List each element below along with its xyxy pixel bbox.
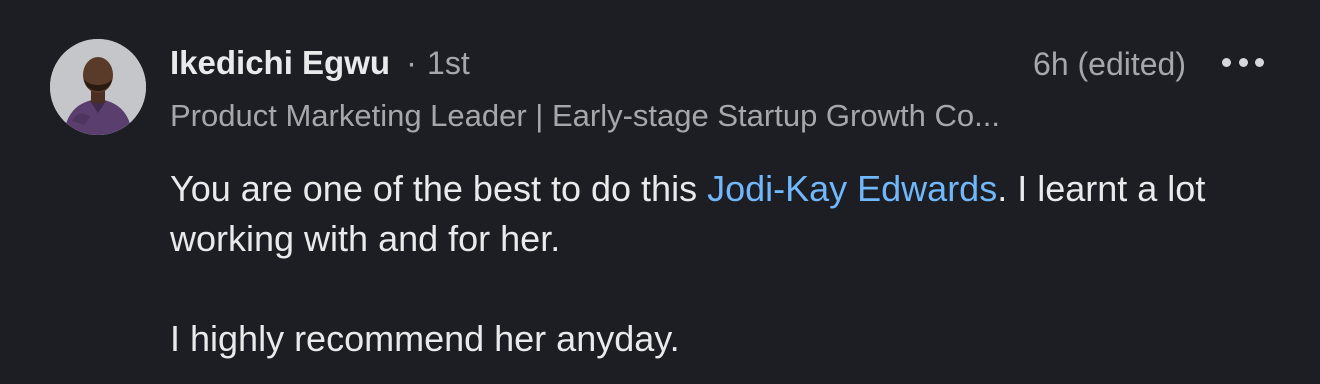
separator-dot: · bbox=[406, 44, 418, 81]
comment-header: Ikedichi Egwu · 1st bbox=[170, 44, 470, 84]
comment-card: Ikedichi Egwu · 1st 6h (edited) Product … bbox=[0, 0, 1320, 384]
dot bbox=[1238, 57, 1248, 67]
avatar-photo bbox=[50, 39, 146, 135]
author-name[interactable]: Ikedichi Egwu bbox=[170, 44, 390, 82]
author-headline: Product Marketing Leader | Early-stage S… bbox=[170, 98, 1000, 133]
comment-paragraph: I highly recommend her anyday. bbox=[170, 318, 680, 359]
comment-paragraph: You are one of the best to do this Jodi-… bbox=[170, 164, 1250, 264]
comment-timestamp: 6h (edited) bbox=[1033, 46, 1186, 82]
dot bbox=[1255, 57, 1264, 67]
avatar[interactable] bbox=[50, 39, 146, 135]
ellipsis-horizontal-icon[interactable] bbox=[1222, 54, 1264, 70]
dot bbox=[1222, 57, 1231, 67]
mention-link[interactable]: Jodi-Kay Edwards bbox=[707, 168, 997, 209]
comment-text: You are one of the best to do this bbox=[170, 168, 708, 209]
connection-degree: 1st bbox=[427, 45, 470, 81]
comment-body: You are one of the best to do this Jodi-… bbox=[170, 164, 1250, 364]
